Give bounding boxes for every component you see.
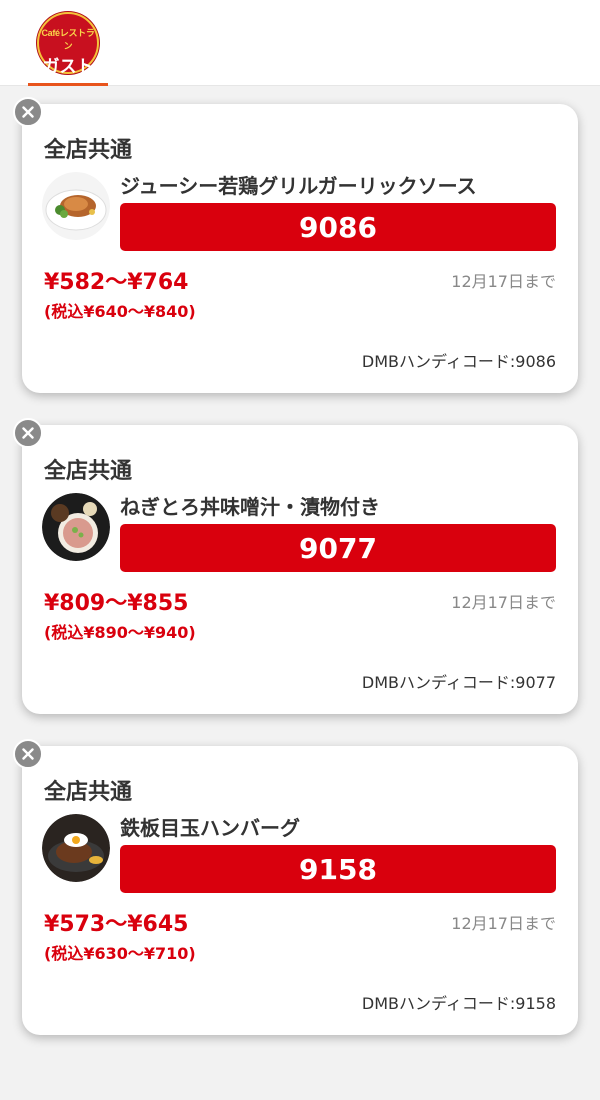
expiry-date: 12月17日まで bbox=[451, 914, 556, 933]
negitoro-don-icon bbox=[42, 493, 110, 561]
price: ¥582〜¥764 bbox=[44, 270, 189, 295]
handy-code: DMBハンディコード:9158 bbox=[361, 994, 556, 1013]
coupon-code-button[interactable]: 9086 bbox=[120, 203, 556, 251]
gusto-logo: Caféレストラン ガスト bbox=[37, 12, 99, 77]
expiry-date: 12月17日まで bbox=[451, 593, 556, 612]
hamburg-steak-icon bbox=[42, 814, 110, 882]
price-tax-included: (税込¥630〜¥710) bbox=[44, 944, 196, 963]
price: ¥573〜¥645 bbox=[44, 912, 189, 937]
handy-code: DMBハンディコード:9077 bbox=[361, 673, 556, 692]
tab-gusto[interactable]: Caféレストラン ガスト bbox=[28, 0, 108, 86]
coupon-card: 全店共通 ジューシー若鶏グリルガーリックソース 9086 ¥582〜¥764 (… bbox=[13, 97, 578, 393]
close-coupon-button[interactable] bbox=[13, 97, 43, 127]
close-icon bbox=[22, 748, 34, 760]
price-tax-included: (税込¥640〜¥840) bbox=[44, 302, 196, 321]
grilled-chicken-icon bbox=[42, 172, 110, 240]
logo-title: ガスト bbox=[42, 57, 94, 77]
close-coupon-button[interactable] bbox=[13, 418, 43, 448]
close-coupon-button[interactable] bbox=[13, 739, 43, 769]
price: ¥809〜¥855 bbox=[44, 591, 189, 616]
item-name: ジューシー若鶏グリルガーリックソース bbox=[120, 174, 477, 198]
expiry-date: 12月17日まで bbox=[451, 272, 556, 291]
logo-subtitle: Caféレストラン bbox=[41, 28, 95, 51]
item-name: 鉄板目玉ハンバーグ bbox=[120, 816, 300, 840]
close-icon bbox=[22, 427, 34, 439]
app-header: Caféレストラン ガスト bbox=[0, 0, 600, 86]
price-tax-included: (税込¥890〜¥940) bbox=[44, 623, 196, 642]
handy-code: DMBハンディコード:9086 bbox=[361, 352, 556, 371]
coupon-scope: 全店共通 bbox=[44, 138, 133, 163]
coupon-card: 全店共通 ねぎとろ丼味噌汁・漬物付き 9077 ¥809〜¥855 (税込¥89… bbox=[13, 418, 578, 714]
close-icon bbox=[22, 106, 34, 118]
item-name: ねぎとろ丼味噌汁・漬物付き bbox=[120, 495, 380, 519]
coupon-card: 全店共通 鉄板目玉ハンバーグ 9158 ¥573〜¥645 (税込¥630〜¥7… bbox=[13, 739, 578, 1035]
coupon-code-button[interactable]: 9077 bbox=[120, 524, 556, 572]
coupon-scope: 全店共通 bbox=[44, 780, 133, 805]
coupon-code-button[interactable]: 9158 bbox=[120, 845, 556, 893]
coupon-scope: 全店共通 bbox=[44, 459, 133, 484]
